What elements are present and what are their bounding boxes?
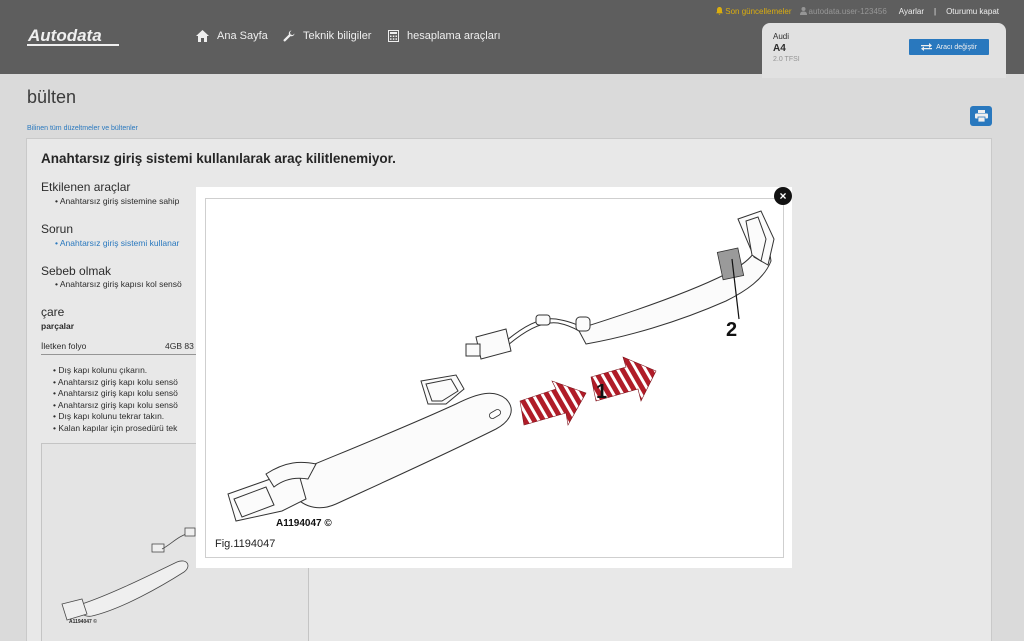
callout-2: 2 (726, 319, 738, 341)
figure-modal: A1194047 © Fig.1194047 1 2 (196, 187, 792, 568)
figure-caption: Fig.1194047 (215, 538, 276, 550)
figure-frame: A1194047 © Fig.1194047 1 2 (205, 198, 784, 558)
figure-image-code: A1194047 © (276, 518, 332, 529)
door-handle-illustration (227, 210, 775, 522)
callout-1: 1 (596, 381, 608, 403)
close-icon: × (779, 189, 787, 203)
modal-close-button[interactable]: × (774, 187, 792, 205)
